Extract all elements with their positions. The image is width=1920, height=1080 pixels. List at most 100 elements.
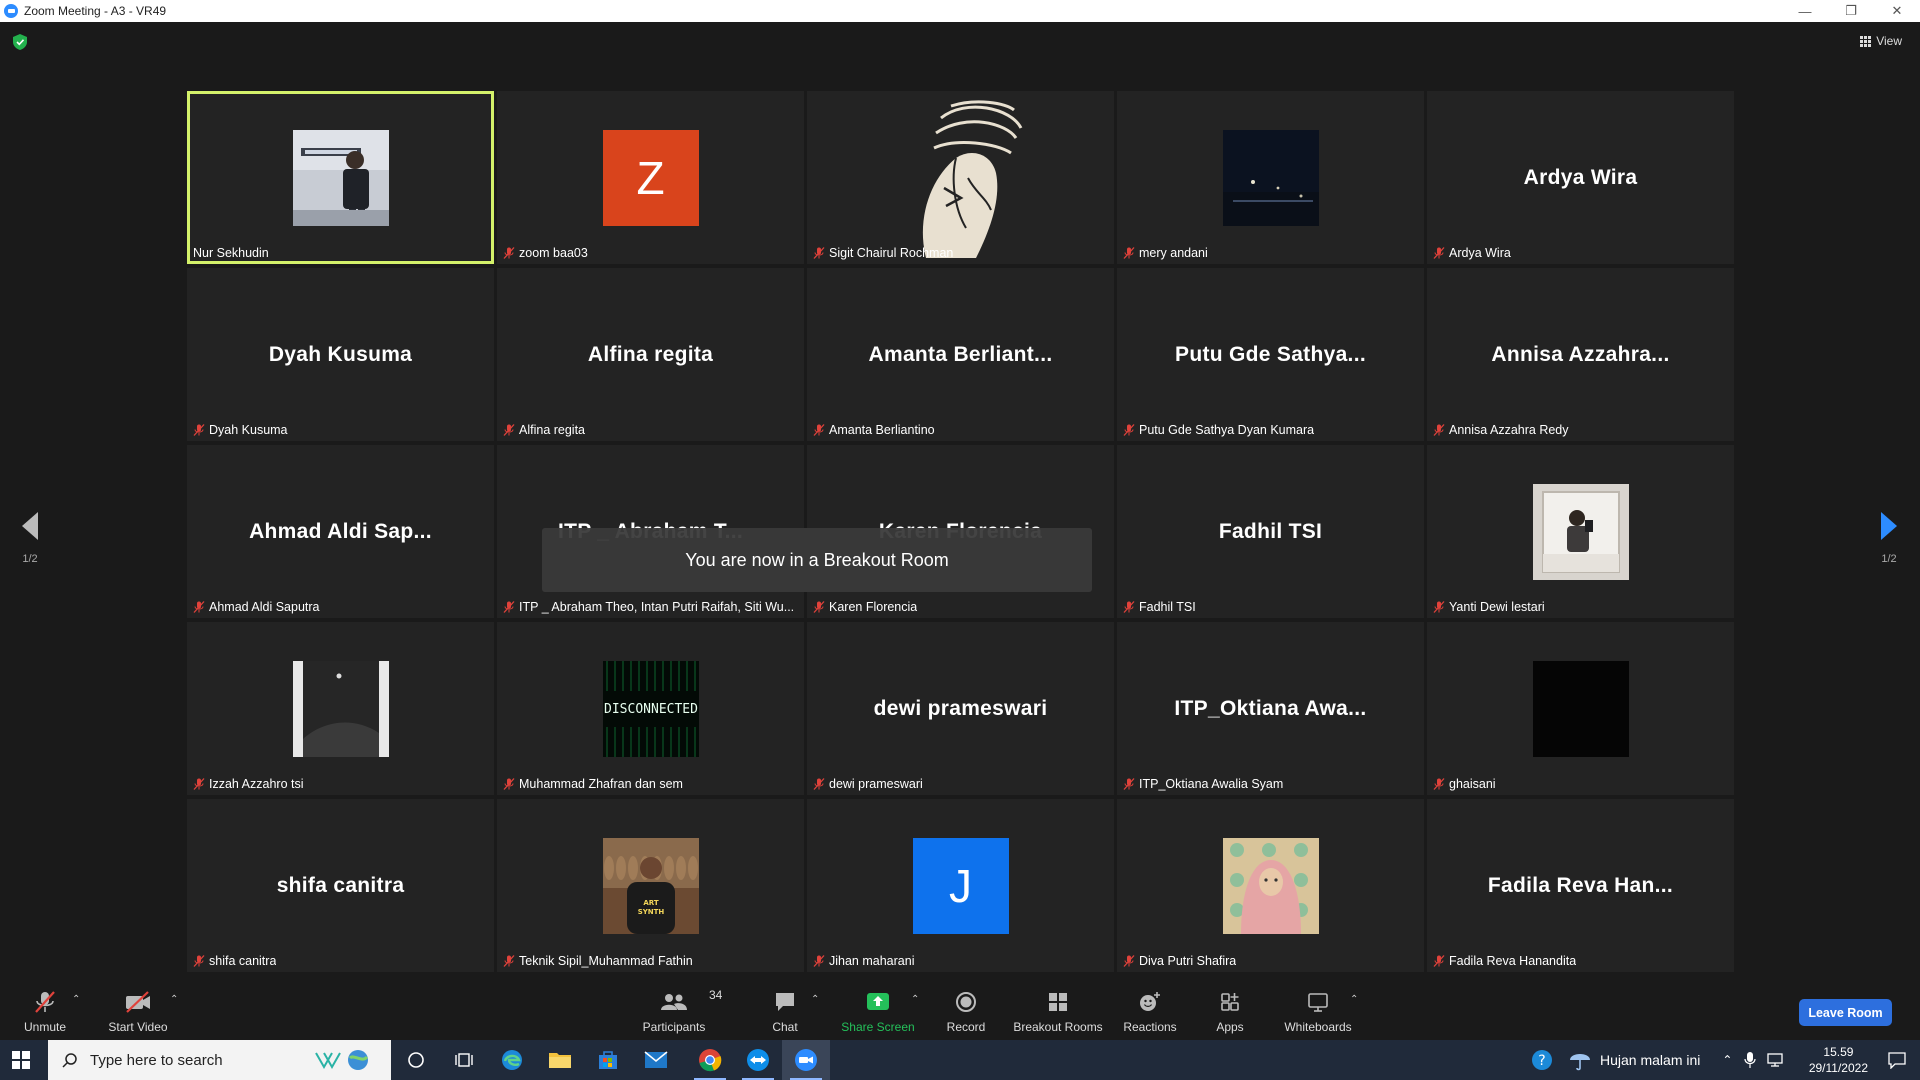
participant-tile[interactable]: mery andani	[1117, 91, 1424, 264]
apps-button[interactable]: Apps	[1214, 990, 1246, 1034]
chat-options-caret-icon[interactable]: ⌃	[811, 994, 819, 1005]
participant-tile[interactable]: Fadila Reva Han... Fadila Reva Hanandita	[1427, 799, 1734, 972]
task-view-icon[interactable]	[440, 1040, 488, 1080]
participant-name: Izzah Azzahro tsi	[209, 777, 304, 791]
participant-name-label: mery andani	[1123, 246, 1208, 260]
unmute-button[interactable]: Unmute	[22, 990, 68, 1034]
participant-tile[interactable]: ITP_Oktiana Awa... ITP_Oktiana Awalia Sya…	[1117, 622, 1424, 795]
participant-name-label: shifa canitra	[193, 954, 276, 968]
participant-tile[interactable]: Ardya Wira Ardya Wira	[1427, 91, 1734, 264]
participant-tile[interactable]: shifa canitra shifa canitra	[187, 799, 494, 972]
mic-muted-icon	[813, 424, 825, 436]
prev-page-nav[interactable]: 1/2	[18, 512, 42, 565]
participant-tile[interactable]: Sigit Chairul Rochman	[807, 91, 1114, 264]
next-page-nav[interactable]: 1/2	[1877, 512, 1901, 565]
participant-tile[interactable]: Nur Sekhudin	[187, 91, 494, 264]
breakout-rooms-label: Breakout Rooms	[1013, 1020, 1103, 1034]
participant-name: shifa canitra	[209, 954, 277, 968]
participant-tile[interactable]: Alfina regita Alfina regita	[497, 268, 804, 441]
zoom-taskbar-icon[interactable]	[782, 1040, 830, 1080]
breakout-rooms-button[interactable]: Breakout Rooms	[1013, 990, 1103, 1034]
participant-sketch-avatar	[895, 97, 1026, 258]
mic-muted-icon	[1123, 424, 1135, 436]
mic-muted-icon	[193, 778, 205, 790]
left-arrow-icon[interactable]	[20, 512, 40, 540]
participant-name-label: Alfina regita	[503, 423, 585, 437]
participant-tile[interactable]: Diva Putri Shafira	[1117, 799, 1424, 972]
participant-display-name: Ardya Wira	[1523, 165, 1638, 189]
security-shield-icon[interactable]	[13, 34, 27, 50]
participant-mirror-photo	[1532, 483, 1629, 580]
share-options-caret-icon[interactable]: ⌃	[911, 994, 919, 1005]
mic-muted-icon	[35, 991, 55, 1013]
record-icon	[956, 992, 976, 1012]
microphone-icon[interactable]	[1744, 1051, 1757, 1069]
reactions-button[interactable]: Reactions	[1123, 990, 1177, 1034]
participant-avatar-letter: J	[912, 837, 1009, 934]
minimize-button[interactable]: —	[1782, 0, 1828, 22]
chat-button[interactable]: Chat	[770, 990, 800, 1034]
participant-name-label: Izzah Azzahro tsi	[193, 777, 304, 791]
mic-muted-icon	[1123, 955, 1135, 967]
mic-muted-icon	[193, 601, 205, 613]
taskbar-search-box[interactable]: Type here to search	[48, 1040, 391, 1080]
participant-tile[interactable]: Putu Gde Sathya... Putu Gde Sathya Dyan K…	[1117, 268, 1424, 441]
notifications-icon[interactable]	[1888, 1051, 1906, 1069]
mic-muted-icon	[813, 778, 825, 790]
participant-tile[interactable]: ART SYNTH Teknik Sipil_Muhammad Fathin	[497, 799, 804, 972]
audio-options-caret-icon[interactable]: ⌃	[72, 994, 80, 1005]
start-video-label: Start Video	[108, 1020, 168, 1034]
page-indicator-left: 1/2	[22, 553, 38, 565]
participant-name: Putu Gde Sathya Dyan Kumara	[1139, 423, 1315, 437]
teamviewer-icon[interactable]	[734, 1040, 782, 1080]
participant-display-name: Ahmad Aldi Sap...	[249, 519, 432, 543]
participant-tile[interactable]: Amanta Berliant... Amanta Berliantino	[807, 268, 1114, 441]
whiteboards-button[interactable]: Whiteboards	[1282, 990, 1354, 1034]
apps-label: Apps	[1216, 1020, 1244, 1034]
participant-tile[interactable]: Yanti Dewi lestari	[1427, 445, 1734, 618]
participant-tile[interactable]: Dyah Kusuma Dyah Kusuma	[187, 268, 494, 441]
video-options-caret-icon[interactable]: ⌃	[170, 994, 178, 1005]
participant-name-label: Teknik Sipil_Muhammad Fathin	[503, 954, 693, 968]
network-icon[interactable]	[1766, 1052, 1786, 1068]
participant-name-label: Fadila Reva Hanandita	[1433, 954, 1576, 968]
edge-browser-icon[interactable]	[488, 1040, 536, 1080]
start-video-button[interactable]: Start Video	[106, 990, 170, 1034]
store-icon[interactable]	[584, 1040, 632, 1080]
share-screen-button[interactable]: Share Screen	[840, 990, 916, 1034]
participant-tile[interactable]: dewi prameswari dewi prameswari	[807, 622, 1114, 795]
leave-room-button[interactable]: Leave Room	[1799, 999, 1892, 1026]
participant-tile[interactable]: Izzah Azzahro tsi	[187, 622, 494, 795]
help-icon[interactable]: ?	[1530, 1048, 1556, 1072]
right-arrow-icon[interactable]	[1879, 512, 1899, 540]
taskbar-clock[interactable]: 15.59 29/11/2022	[1809, 1044, 1868, 1076]
weather-text[interactable]: Hujan malam ini	[1600, 1052, 1700, 1068]
windows-start-icon[interactable]	[12, 1051, 30, 1069]
whiteboard-options-caret-icon[interactable]: ⌃	[1350, 994, 1358, 1005]
participant-name: Dyah Kusuma	[209, 423, 288, 437]
record-button[interactable]: Record	[946, 990, 986, 1034]
share-screen-label: Share Screen	[841, 1020, 915, 1034]
participant-name: ITP _ Abraham Theo, Intan Putri Raifah, …	[519, 600, 795, 614]
participants-button[interactable]: 34 Participants	[640, 988, 723, 1034]
participant-tile[interactable]: Annisa Azzahra... Annisa Azzahra Redy	[1427, 268, 1734, 441]
participant-name: Fadhil TSI	[1139, 600, 1196, 614]
view-button[interactable]: View	[1860, 34, 1902, 48]
participant-tile[interactable]: Fadhil TSI Fadhil TSI	[1117, 445, 1424, 618]
restore-button[interactable]: ❐	[1828, 0, 1874, 22]
svg-text:?: ?	[1538, 1053, 1545, 1069]
mail-icon[interactable]	[632, 1040, 680, 1080]
file-explorer-icon[interactable]	[536, 1040, 584, 1080]
participant-tile[interactable]: Zzoom baa03	[497, 91, 804, 264]
cortana-icon[interactable]	[392, 1040, 440, 1080]
tray-expand-caret-icon[interactable]: ⌃	[1722, 1053, 1732, 1067]
participant-tile[interactable]: J Jihan maharani	[807, 799, 1114, 972]
close-button[interactable]: ✕	[1874, 0, 1920, 22]
participant-tile[interactable]: DISCONNECTED Muhammad Zhafran dan sem	[497, 622, 804, 795]
participant-tile[interactable]: ghaisani	[1427, 622, 1734, 795]
participant-tile[interactable]: Ahmad Aldi Sap... Ahmad Aldi Saputra	[187, 445, 494, 618]
mic-muted-icon	[1123, 601, 1135, 613]
search-placeholder: Type here to search	[90, 1051, 223, 1069]
grid-view-icon	[1860, 35, 1872, 47]
chrome-icon[interactable]	[686, 1040, 734, 1080]
